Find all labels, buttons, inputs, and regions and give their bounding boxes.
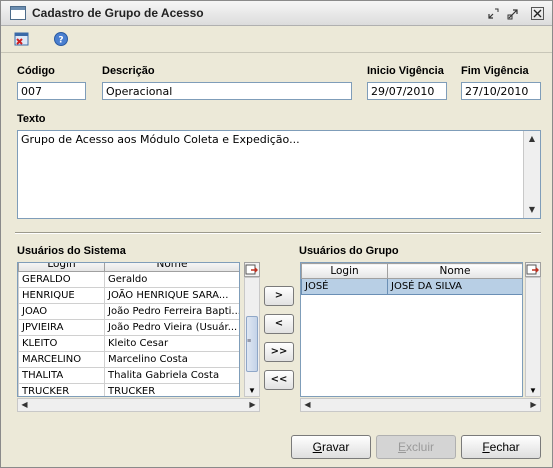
login-cell: MARCELINO <box>18 351 105 368</box>
login-cell: KLEITO <box>18 335 105 352</box>
scroll-down-icon[interactable]: ▼ <box>529 386 537 395</box>
nome-cell: Kleito Cesar <box>104 335 239 352</box>
usuarios-sistema-label: Usuários do Sistema <box>17 245 126 257</box>
usuarios-grupo-table[interactable]: Login Nome JOSÉ JOSÉ DA SILVA <box>300 262 523 397</box>
close-icon[interactable] <box>531 7 544 20</box>
scroll-left-icon[interactable]: ◀ <box>18 399 31 411</box>
scroll-right-icon[interactable]: ▶ <box>246 399 259 411</box>
usuarios-sistema-hscrollbar[interactable]: ◀ ▶ <box>17 398 260 412</box>
login-cell: JOSÉ <box>301 278 388 295</box>
login-cell: GERALDO <box>18 271 105 288</box>
fim-vigencia-label: Fim Vigência <box>461 65 529 77</box>
usuarios-sistema-table[interactable]: Login Nome GERALDO Geraldo HENRIQUE JOÃO HE… <box>17 262 240 397</box>
table-row[interactable]: MARCELINO Marcelino Costa <box>18 351 239 368</box>
scroll-left-icon[interactable]: ◀ <box>301 399 314 411</box>
column-header-login[interactable]: Login <box>18 263 105 272</box>
window-icon <box>10 6 26 20</box>
nome-cell: Thalita Gabriela Costa <box>104 367 239 384</box>
descricao-label: Descrição <box>102 65 155 77</box>
inicio-vigencia-field[interactable]: 29/07/2010 <box>367 82 447 100</box>
column-header-nome[interactable]: Nome <box>387 263 522 279</box>
delete-record-icon[interactable] <box>13 31 31 47</box>
column-chooser-icon[interactable] <box>525 262 541 277</box>
excluir-mnemonic: E <box>397 440 406 454</box>
excluir-label: xcluir <box>406 440 435 454</box>
column-header-nome[interactable]: Nome <box>104 263 239 272</box>
table-row[interactable]: TRUCKER TRUCKER <box>18 383 239 396</box>
column-chooser-icon[interactable] <box>244 262 260 277</box>
section-divider <box>15 232 541 234</box>
remove-all-users-button[interactable]: << <box>264 370 294 390</box>
fechar-button[interactable]: Fechar <box>461 435 541 459</box>
column-header-login[interactable]: Login <box>301 263 388 279</box>
login-cell: THALITA <box>18 367 105 384</box>
nome-cell: Marcelino Costa <box>104 351 239 368</box>
inicio-vigencia-label: Inicio Vigência <box>367 65 444 77</box>
login-cell: HENRIQUE <box>18 287 105 304</box>
texto-value: Grupo de Acesso aos Módulo Coleta e Expe… <box>21 133 300 146</box>
nome-cell: João Pedro Vieira (Usuár... <box>104 319 239 336</box>
texto-textarea[interactable]: Grupo de Acesso aos Módulo Coleta e Expe… <box>17 130 541 219</box>
login-cell: TRUCKER <box>18 383 105 396</box>
nome-cell: Geraldo <box>104 271 239 288</box>
gravar-mnemonic: G <box>312 440 322 454</box>
table-row[interactable]: HENRIQUE JOÃO HENRIQUE SARA... <box>18 287 239 304</box>
grip-icon: ≡ <box>247 338 252 345</box>
descricao-field[interactable]: Operacional <box>102 82 352 100</box>
usuarios-grupo-vscrollbar[interactable]: ▼ <box>525 277 541 397</box>
codigo-field[interactable]: 007 <box>17 82 86 100</box>
minimize-icon[interactable] <box>487 7 500 20</box>
scroll-up-icon[interactable]: ▲ <box>524 131 540 147</box>
window-title: Cadastro de Grupo de Acesso <box>32 6 204 20</box>
gravar-label: ravar <box>322 440 350 454</box>
codigo-label: Código <box>17 65 55 77</box>
remove-user-button[interactable]: < <box>264 314 294 334</box>
nome-cell: JOSÉ DA SILVA <box>387 278 522 295</box>
table-row[interactable]: KLEITO Kleito Cesar <box>18 335 239 352</box>
nome-cell: João Pedro Ferreira Bapti... <box>104 303 239 320</box>
usuarios-grupo-hscrollbar[interactable]: ◀ ▶ <box>300 398 541 412</box>
fechar-mnemonic: F <box>482 440 490 454</box>
gravar-button[interactable]: Gravar <box>291 435 371 459</box>
login-cell: JOAO <box>18 303 105 320</box>
scroll-down-icon[interactable]: ▼ <box>524 202 540 218</box>
excluir-button[interactable]: Excluir <box>376 435 456 459</box>
table-row[interactable]: JOSÉ JOSÉ DA SILVA <box>301 278 522 295</box>
nome-cell: JOÃO HENRIQUE SARA... <box>104 287 239 304</box>
scroll-right-icon[interactable]: ▶ <box>527 399 540 411</box>
table-row[interactable]: JOAO João Pedro Ferreira Bapti... <box>18 303 239 320</box>
fim-vigencia-field[interactable]: 27/10/2010 <box>461 82 541 100</box>
add-all-users-button[interactable]: >> <box>264 342 294 362</box>
table-row[interactable]: THALITA Thalita Gabriela Costa <box>18 367 239 384</box>
svg-text:?: ? <box>58 36 63 46</box>
table-row[interactable]: GERALDO Geraldo <box>18 271 239 288</box>
window: Cadastro de Grupo de Acesso ? Código 007… <box>0 0 553 468</box>
usuarios-sistema-vscrollbar[interactable]: ≡ ▼ <box>244 277 260 397</box>
usuarios-grupo-label: Usuários do Grupo <box>299 245 399 257</box>
add-user-button[interactable]: > <box>264 286 294 306</box>
login-cell: JPVIEIRA <box>18 319 105 336</box>
scroll-down-icon[interactable]: ▼ <box>248 386 256 395</box>
table-row[interactable]: JPVIEIRA João Pedro Vieira (Usuár... <box>18 319 239 336</box>
fechar-label: echar <box>489 440 520 454</box>
toolbar: ? <box>1 26 552 53</box>
texto-scrollbar[interactable]: ▲ ▼ <box>523 131 540 218</box>
title-bar: Cadastro de Grupo de Acesso <box>1 1 552 26</box>
nome-cell: TRUCKER <box>104 383 239 396</box>
help-icon[interactable]: ? <box>53 31 71 47</box>
maximize-icon[interactable] <box>507 7 520 20</box>
texto-label: Texto <box>17 113 46 125</box>
